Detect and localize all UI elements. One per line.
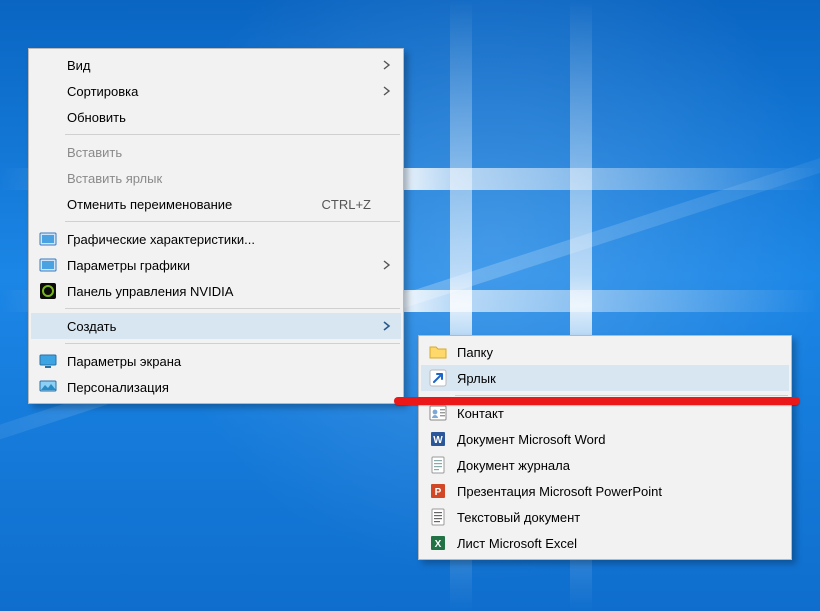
separator (65, 134, 400, 135)
menu-item-label: Графические характеристики... (67, 232, 371, 247)
menu-item-label: Вид (67, 58, 371, 73)
separator (455, 395, 788, 396)
submenu-item-powerpoint-presentation[interactable]: P Презентация Microsoft PowerPoint (421, 478, 789, 504)
menu-item-paste-shortcut: Вставить ярлык (31, 165, 401, 191)
menu-item-create[interactable]: Создать (31, 313, 401, 339)
folder-icon (429, 343, 447, 361)
submenu-arrow-icon (383, 60, 391, 70)
menu-item-label: Презентация Microsoft PowerPoint (457, 484, 759, 499)
powerpoint-icon: P (429, 482, 447, 500)
menu-item-undo-rename[interactable]: Отменить переименование CTRL+Z (31, 191, 401, 217)
menu-item-display-settings[interactable]: Параметры экрана (31, 348, 401, 374)
menu-item-accelerator: CTRL+Z (322, 197, 371, 212)
menu-item-label: Документ журнала (457, 458, 759, 473)
excel-icon: X (429, 534, 447, 552)
menu-item-label: Обновить (67, 110, 371, 125)
svg-text:W: W (433, 435, 443, 446)
display-settings-icon (39, 352, 57, 370)
separator (65, 308, 400, 309)
desktop-context-menu: Вид Сортировка Обновить Вставить Вставит… (28, 48, 404, 404)
menu-item-label: Сортировка (67, 84, 371, 99)
intel-graphics-icon (39, 230, 57, 248)
submenu-item-journal-document[interactable]: Документ журнала (421, 452, 789, 478)
menu-item-intel-graphics-settings[interactable]: Параметры графики (31, 252, 401, 278)
submenu-item-excel-sheet[interactable]: X Лист Microsoft Excel (421, 530, 789, 556)
menu-item-view[interactable]: Вид (31, 52, 401, 78)
menu-item-nvidia-control-panel[interactable]: Панель управления NVIDIA (31, 278, 401, 304)
journal-icon (429, 456, 447, 474)
desktop-background[interactable]: Вид Сортировка Обновить Вставить Вставит… (0, 0, 820, 611)
submenu-item-text-document[interactable]: Текстовый документ (421, 504, 789, 530)
submenu-arrow-icon (383, 260, 391, 270)
intel-graphics-icon (39, 256, 57, 274)
word-icon: W (429, 430, 447, 448)
menu-item-paste: Вставить (31, 139, 401, 165)
menu-item-label: Персонализация (67, 380, 371, 395)
nvidia-icon (39, 282, 57, 300)
menu-item-label: Лист Microsoft Excel (457, 536, 759, 551)
separator (65, 221, 400, 222)
menu-item-label: Документ Microsoft Word (457, 432, 759, 447)
menu-item-label: Панель управления NVIDIA (67, 284, 371, 299)
menu-item-label: Вставить (67, 145, 371, 160)
menu-item-label: Папку (457, 345, 759, 360)
menu-item-label: Текстовый документ (457, 510, 759, 525)
create-submenu: Папку Ярлык Контакт W Документ Microsoft… (418, 335, 792, 560)
menu-item-label: Параметры экрана (67, 354, 371, 369)
submenu-item-word-document[interactable]: W Документ Microsoft Word (421, 426, 789, 452)
menu-item-refresh[interactable]: Обновить (31, 104, 401, 130)
menu-item-personalize[interactable]: Персонализация (31, 374, 401, 400)
personalize-icon (39, 378, 57, 396)
menu-item-intel-graphics-properties[interactable]: Графические характеристики... (31, 226, 401, 252)
menu-item-label: Создать (67, 319, 371, 334)
menu-item-label: Ярлык (457, 371, 759, 386)
menu-item-sort[interactable]: Сортировка (31, 78, 401, 104)
submenu-item-folder[interactable]: Папку (421, 339, 789, 365)
menu-item-label: Контакт (457, 406, 759, 421)
submenu-arrow-icon (383, 321, 391, 331)
menu-item-label: Параметры графики (67, 258, 371, 273)
menu-item-label: Вставить ярлык (67, 171, 371, 186)
separator (65, 343, 400, 344)
svg-text:P: P (435, 487, 442, 498)
text-file-icon (429, 508, 447, 526)
menu-item-label: Отменить переименование (67, 197, 282, 212)
shortcut-icon (429, 369, 447, 387)
svg-text:X: X (435, 539, 442, 550)
submenu-item-shortcut[interactable]: Ярлык (421, 365, 789, 391)
submenu-arrow-icon (383, 86, 391, 96)
contact-icon (429, 404, 447, 422)
annotation-underline (394, 397, 800, 405)
